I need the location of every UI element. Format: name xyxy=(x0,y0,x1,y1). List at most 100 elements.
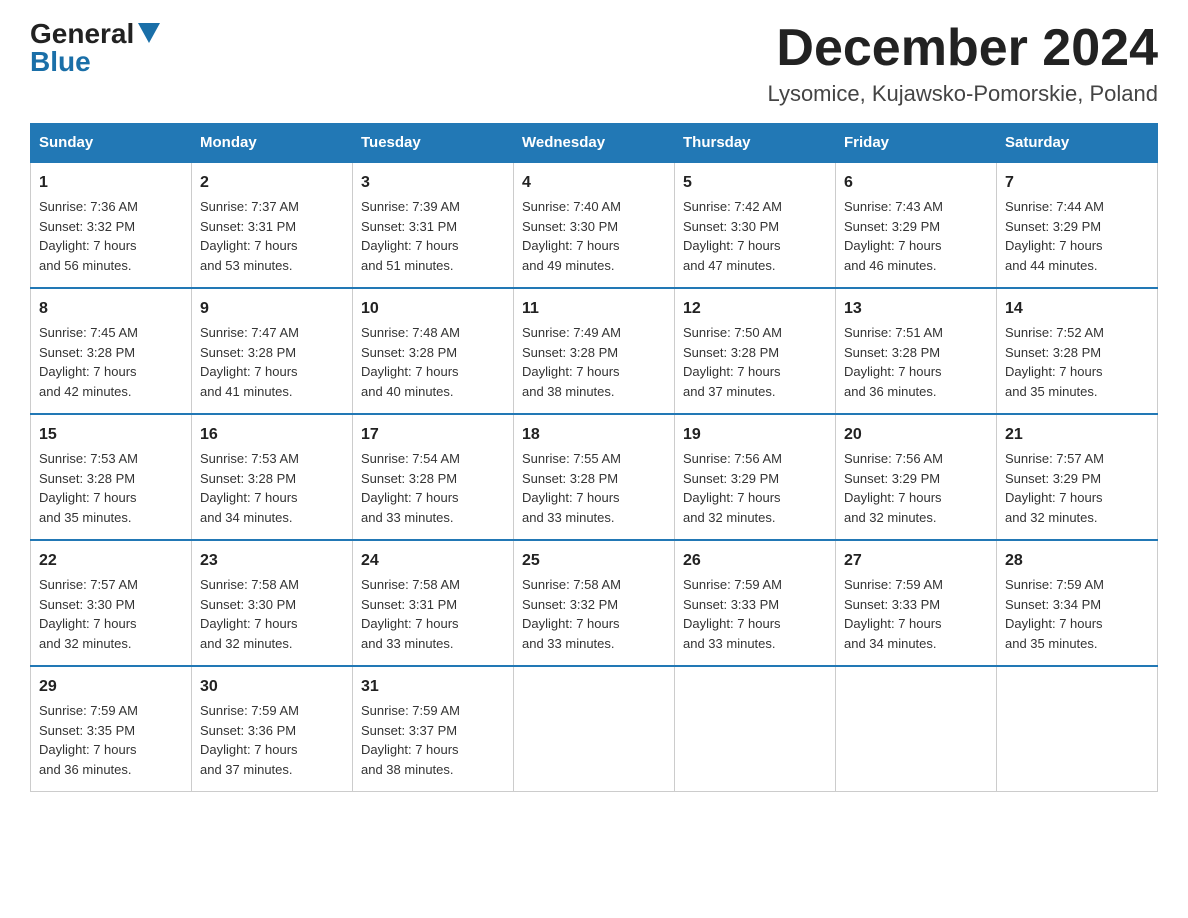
day-number: 31 xyxy=(361,675,505,699)
day-info: Sunrise: 7:55 AMSunset: 3:28 PMDaylight:… xyxy=(522,451,621,525)
page-header: General Blue December 2024 Lysomice, Kuj… xyxy=(30,20,1158,107)
day-number: 13 xyxy=(844,297,988,321)
day-info: Sunrise: 7:49 AMSunset: 3:28 PMDaylight:… xyxy=(522,325,621,399)
day-number: 4 xyxy=(522,171,666,195)
day-number: 5 xyxy=(683,171,827,195)
day-info: Sunrise: 7:59 AMSunset: 3:37 PMDaylight:… xyxy=(361,703,460,777)
calendar-body: 1 Sunrise: 7:36 AMSunset: 3:32 PMDayligh… xyxy=(31,162,1158,792)
month-title: December 2024 xyxy=(768,20,1158,77)
day-info: Sunrise: 7:44 AMSunset: 3:29 PMDaylight:… xyxy=(1005,199,1104,273)
calendar-cell: 28 Sunrise: 7:59 AMSunset: 3:34 PMDaylig… xyxy=(997,540,1158,666)
day-number: 16 xyxy=(200,423,344,447)
calendar-cell: 26 Sunrise: 7:59 AMSunset: 3:33 PMDaylig… xyxy=(675,540,836,666)
logo-triangle-icon xyxy=(138,23,160,43)
day-number: 24 xyxy=(361,549,505,573)
calendar-cell: 12 Sunrise: 7:50 AMSunset: 3:28 PMDaylig… xyxy=(675,288,836,414)
calendar-cell: 9 Sunrise: 7:47 AMSunset: 3:28 PMDayligh… xyxy=(192,288,353,414)
calendar-header: Sunday Monday Tuesday Wednesday Thursday… xyxy=(31,124,1158,163)
calendar-cell: 7 Sunrise: 7:44 AMSunset: 3:29 PMDayligh… xyxy=(997,162,1158,288)
day-info: Sunrise: 7:58 AMSunset: 3:32 PMDaylight:… xyxy=(522,577,621,651)
calendar-cell: 15 Sunrise: 7:53 AMSunset: 3:28 PMDaylig… xyxy=(31,414,192,540)
calendar-cell: 31 Sunrise: 7:59 AMSunset: 3:37 PMDaylig… xyxy=(353,666,514,792)
day-info: Sunrise: 7:43 AMSunset: 3:29 PMDaylight:… xyxy=(844,199,943,273)
day-info: Sunrise: 7:58 AMSunset: 3:31 PMDaylight:… xyxy=(361,577,460,651)
day-info: Sunrise: 7:59 AMSunset: 3:36 PMDaylight:… xyxy=(200,703,299,777)
day-number: 10 xyxy=(361,297,505,321)
day-info: Sunrise: 7:56 AMSunset: 3:29 PMDaylight:… xyxy=(844,451,943,525)
day-info: Sunrise: 7:36 AMSunset: 3:32 PMDaylight:… xyxy=(39,199,138,273)
calendar-cell: 21 Sunrise: 7:57 AMSunset: 3:29 PMDaylig… xyxy=(997,414,1158,540)
day-number: 6 xyxy=(844,171,988,195)
calendar-cell: 4 Sunrise: 7:40 AMSunset: 3:30 PMDayligh… xyxy=(514,162,675,288)
day-info: Sunrise: 7:57 AMSunset: 3:29 PMDaylight:… xyxy=(1005,451,1104,525)
calendar-cell: 14 Sunrise: 7:52 AMSunset: 3:28 PMDaylig… xyxy=(997,288,1158,414)
calendar-cell: 25 Sunrise: 7:58 AMSunset: 3:32 PMDaylig… xyxy=(514,540,675,666)
day-number: 21 xyxy=(1005,423,1149,447)
day-number: 14 xyxy=(1005,297,1149,321)
calendar-cell: 22 Sunrise: 7:57 AMSunset: 3:30 PMDaylig… xyxy=(31,540,192,666)
calendar-cell xyxy=(675,666,836,792)
day-info: Sunrise: 7:47 AMSunset: 3:28 PMDaylight:… xyxy=(200,325,299,399)
calendar-cell: 29 Sunrise: 7:59 AMSunset: 3:35 PMDaylig… xyxy=(31,666,192,792)
calendar-cell: 13 Sunrise: 7:51 AMSunset: 3:28 PMDaylig… xyxy=(836,288,997,414)
day-info: Sunrise: 7:51 AMSunset: 3:28 PMDaylight:… xyxy=(844,325,943,399)
calendar-cell: 10 Sunrise: 7:48 AMSunset: 3:28 PMDaylig… xyxy=(353,288,514,414)
week-row-1: 1 Sunrise: 7:36 AMSunset: 3:32 PMDayligh… xyxy=(31,162,1158,288)
day-number: 28 xyxy=(1005,549,1149,573)
day-number: 22 xyxy=(39,549,183,573)
day-info: Sunrise: 7:53 AMSunset: 3:28 PMDaylight:… xyxy=(39,451,138,525)
day-number: 18 xyxy=(522,423,666,447)
calendar-cell: 30 Sunrise: 7:59 AMSunset: 3:36 PMDaylig… xyxy=(192,666,353,792)
calendar-cell xyxy=(514,666,675,792)
calendar-cell: 23 Sunrise: 7:58 AMSunset: 3:30 PMDaylig… xyxy=(192,540,353,666)
day-number: 3 xyxy=(361,171,505,195)
location-title: Lysomice, Kujawsko-Pomorskie, Poland xyxy=(768,81,1158,107)
header-row: Sunday Monday Tuesday Wednesday Thursday… xyxy=(31,124,1158,163)
col-wednesday: Wednesday xyxy=(514,124,675,163)
week-row-5: 29 Sunrise: 7:59 AMSunset: 3:35 PMDaylig… xyxy=(31,666,1158,792)
col-thursday: Thursday xyxy=(675,124,836,163)
calendar-cell: 16 Sunrise: 7:53 AMSunset: 3:28 PMDaylig… xyxy=(192,414,353,540)
day-info: Sunrise: 7:59 AMSunset: 3:34 PMDaylight:… xyxy=(1005,577,1104,651)
day-info: Sunrise: 7:59 AMSunset: 3:33 PMDaylight:… xyxy=(844,577,943,651)
day-number: 20 xyxy=(844,423,988,447)
calendar-cell: 11 Sunrise: 7:49 AMSunset: 3:28 PMDaylig… xyxy=(514,288,675,414)
col-sunday: Sunday xyxy=(31,124,192,163)
day-number: 27 xyxy=(844,549,988,573)
calendar-cell xyxy=(836,666,997,792)
col-friday: Friday xyxy=(836,124,997,163)
day-number: 30 xyxy=(200,675,344,699)
calendar-cell: 27 Sunrise: 7:59 AMSunset: 3:33 PMDaylig… xyxy=(836,540,997,666)
logo-blue-text: Blue xyxy=(30,48,91,76)
calendar-cell: 3 Sunrise: 7:39 AMSunset: 3:31 PMDayligh… xyxy=(353,162,514,288)
day-number: 25 xyxy=(522,549,666,573)
week-row-4: 22 Sunrise: 7:57 AMSunset: 3:30 PMDaylig… xyxy=(31,540,1158,666)
day-info: Sunrise: 7:57 AMSunset: 3:30 PMDaylight:… xyxy=(39,577,138,651)
day-info: Sunrise: 7:37 AMSunset: 3:31 PMDaylight:… xyxy=(200,199,299,273)
calendar-cell: 1 Sunrise: 7:36 AMSunset: 3:32 PMDayligh… xyxy=(31,162,192,288)
day-number: 8 xyxy=(39,297,183,321)
day-info: Sunrise: 7:50 AMSunset: 3:28 PMDaylight:… xyxy=(683,325,782,399)
day-info: Sunrise: 7:39 AMSunset: 3:31 PMDaylight:… xyxy=(361,199,460,273)
day-info: Sunrise: 7:59 AMSunset: 3:35 PMDaylight:… xyxy=(39,703,138,777)
calendar-cell: 19 Sunrise: 7:56 AMSunset: 3:29 PMDaylig… xyxy=(675,414,836,540)
calendar-cell: 5 Sunrise: 7:42 AMSunset: 3:30 PMDayligh… xyxy=(675,162,836,288)
calendar-cell: 18 Sunrise: 7:55 AMSunset: 3:28 PMDaylig… xyxy=(514,414,675,540)
day-number: 9 xyxy=(200,297,344,321)
calendar-cell: 20 Sunrise: 7:56 AMSunset: 3:29 PMDaylig… xyxy=(836,414,997,540)
day-info: Sunrise: 7:53 AMSunset: 3:28 PMDaylight:… xyxy=(200,451,299,525)
day-number: 19 xyxy=(683,423,827,447)
logo: General Blue xyxy=(30,20,160,76)
day-number: 15 xyxy=(39,423,183,447)
day-number: 1 xyxy=(39,171,183,195)
day-info: Sunrise: 7:52 AMSunset: 3:28 PMDaylight:… xyxy=(1005,325,1104,399)
day-info: Sunrise: 7:56 AMSunset: 3:29 PMDaylight:… xyxy=(683,451,782,525)
title-block: December 2024 Lysomice, Kujawsko-Pomorsk… xyxy=(768,20,1158,107)
calendar-table: Sunday Monday Tuesday Wednesday Thursday… xyxy=(30,123,1158,792)
calendar-cell: 2 Sunrise: 7:37 AMSunset: 3:31 PMDayligh… xyxy=(192,162,353,288)
calendar-cell: 6 Sunrise: 7:43 AMSunset: 3:29 PMDayligh… xyxy=(836,162,997,288)
calendar-cell: 17 Sunrise: 7:54 AMSunset: 3:28 PMDaylig… xyxy=(353,414,514,540)
day-number: 23 xyxy=(200,549,344,573)
calendar-cell: 24 Sunrise: 7:58 AMSunset: 3:31 PMDaylig… xyxy=(353,540,514,666)
calendar-cell: 8 Sunrise: 7:45 AMSunset: 3:28 PMDayligh… xyxy=(31,288,192,414)
